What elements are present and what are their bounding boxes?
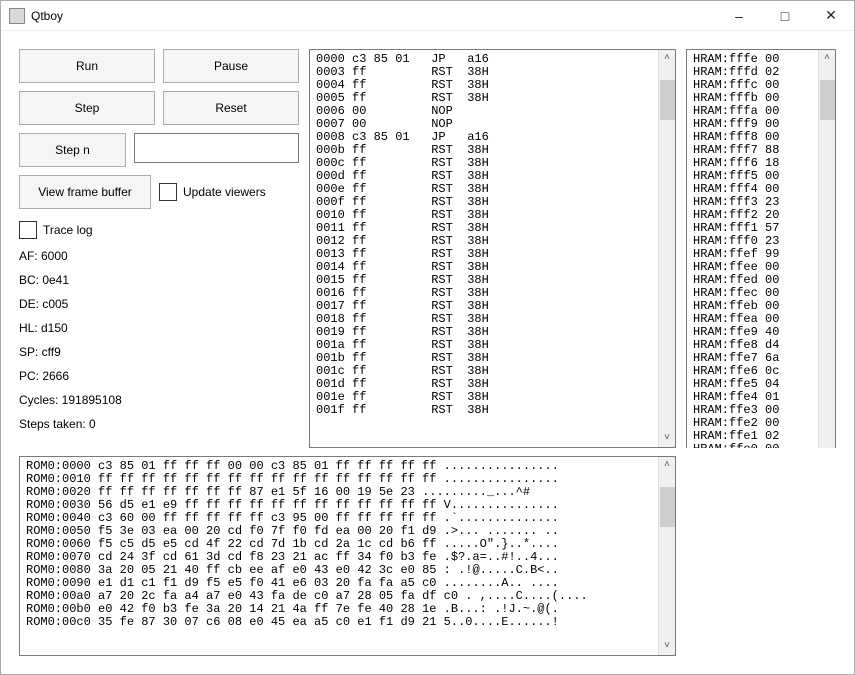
trace-log-label: Trace log	[43, 223, 93, 237]
reg-bc: BC: 0e41	[19, 273, 299, 287]
scroll-up-icon[interactable]: ˄	[659, 50, 676, 67]
reg-af: AF: 6000	[19, 249, 299, 263]
app-icon	[9, 8, 25, 24]
app-window: Qtboy – □ ✕ Run Pause Step Reset Step n	[0, 0, 855, 675]
update-viewers-label: Update viewers	[183, 185, 266, 199]
rom-line[interactable]: ROM0:00c0 35 fe 87 30 07 c6 08 e0 45 ea …	[26, 616, 652, 629]
step-button[interactable]: Step	[19, 91, 155, 125]
controls-panel: Run Pause Step Reset Step n View frame b…	[19, 49, 299, 448]
scroll-up-icon[interactable]: ˄	[819, 50, 836, 67]
disassembly-content: 0000 c3 85 01 JP a160003 ff RST 38H0004 …	[310, 50, 658, 447]
client-area: Run Pause Step Reset Step n View frame b…	[1, 31, 854, 674]
reg-steps: Steps taken: 0	[19, 417, 299, 431]
scroll-up-icon[interactable]: ˄	[659, 457, 676, 474]
bottom-row: ROM0:0000 c3 85 01 ff ff ff 00 00 c3 85 …	[19, 456, 836, 656]
reg-cycles: Cycles: 191895108	[19, 393, 299, 407]
hram-view[interactable]: HRAM:fffe 00HRAM:fffd 02HRAM:fffc 00HRAM…	[686, 49, 836, 448]
disassembly-view[interactable]: 0000 c3 85 01 JP a160003 ff RST 38H0004 …	[309, 49, 676, 448]
top-row: Run Pause Step Reset Step n View frame b…	[19, 49, 836, 448]
reg-pc: PC: 2666	[19, 369, 299, 383]
reset-button[interactable]: Reset	[163, 91, 299, 125]
window-buttons: – □ ✕	[716, 1, 854, 30]
hram-line[interactable]: HRAM:ffe0 00	[693, 443, 812, 448]
pause-button[interactable]: Pause	[163, 49, 299, 83]
maximize-button[interactable]: □	[762, 1, 808, 30]
minimize-button[interactable]: –	[716, 1, 762, 30]
rom-dump-content: ROM0:0000 c3 85 01 ff ff ff 00 00 c3 85 …	[20, 457, 658, 655]
step-n-input[interactable]	[134, 133, 299, 163]
trace-log-checkbox[interactable]	[19, 221, 37, 239]
scroll-thumb[interactable]	[660, 80, 675, 120]
disassembly-scrollbar[interactable]: ˄ ˅	[658, 50, 675, 447]
update-viewers-row[interactable]: Update viewers	[159, 183, 266, 201]
view-frame-buffer-button[interactable]: View frame buffer	[19, 175, 151, 209]
rom-dump-view[interactable]: ROM0:0000 c3 85 01 ff ff ff 00 00 c3 85 …	[19, 456, 676, 656]
reg-de: DE: c005	[19, 297, 299, 311]
reg-hl: HL: d150	[19, 321, 299, 335]
trace-log-row[interactable]: Trace log	[19, 221, 299, 239]
window-title: Qtboy	[31, 9, 716, 23]
step-n-button[interactable]: Step n	[19, 133, 126, 167]
scroll-thumb[interactable]	[660, 487, 675, 527]
hram-scrollbar[interactable]: ˄ ˅	[818, 50, 835, 448]
reg-sp: SP: cff9	[19, 345, 299, 359]
disasm-line[interactable]: 001f ff RST 38H	[316, 404, 652, 417]
close-button[interactable]: ✕	[808, 1, 854, 30]
scroll-down-icon[interactable]: ˅	[659, 430, 676, 447]
update-viewers-checkbox[interactable]	[159, 183, 177, 201]
scroll-thumb[interactable]	[820, 80, 835, 120]
scroll-down-icon[interactable]: ˅	[659, 638, 676, 655]
run-button[interactable]: Run	[19, 49, 155, 83]
rom-scrollbar[interactable]: ˄ ˅	[658, 457, 675, 655]
titlebar[interactable]: Qtboy – □ ✕	[1, 1, 854, 31]
hram-content: HRAM:fffe 00HRAM:fffd 02HRAM:fffc 00HRAM…	[687, 50, 818, 448]
